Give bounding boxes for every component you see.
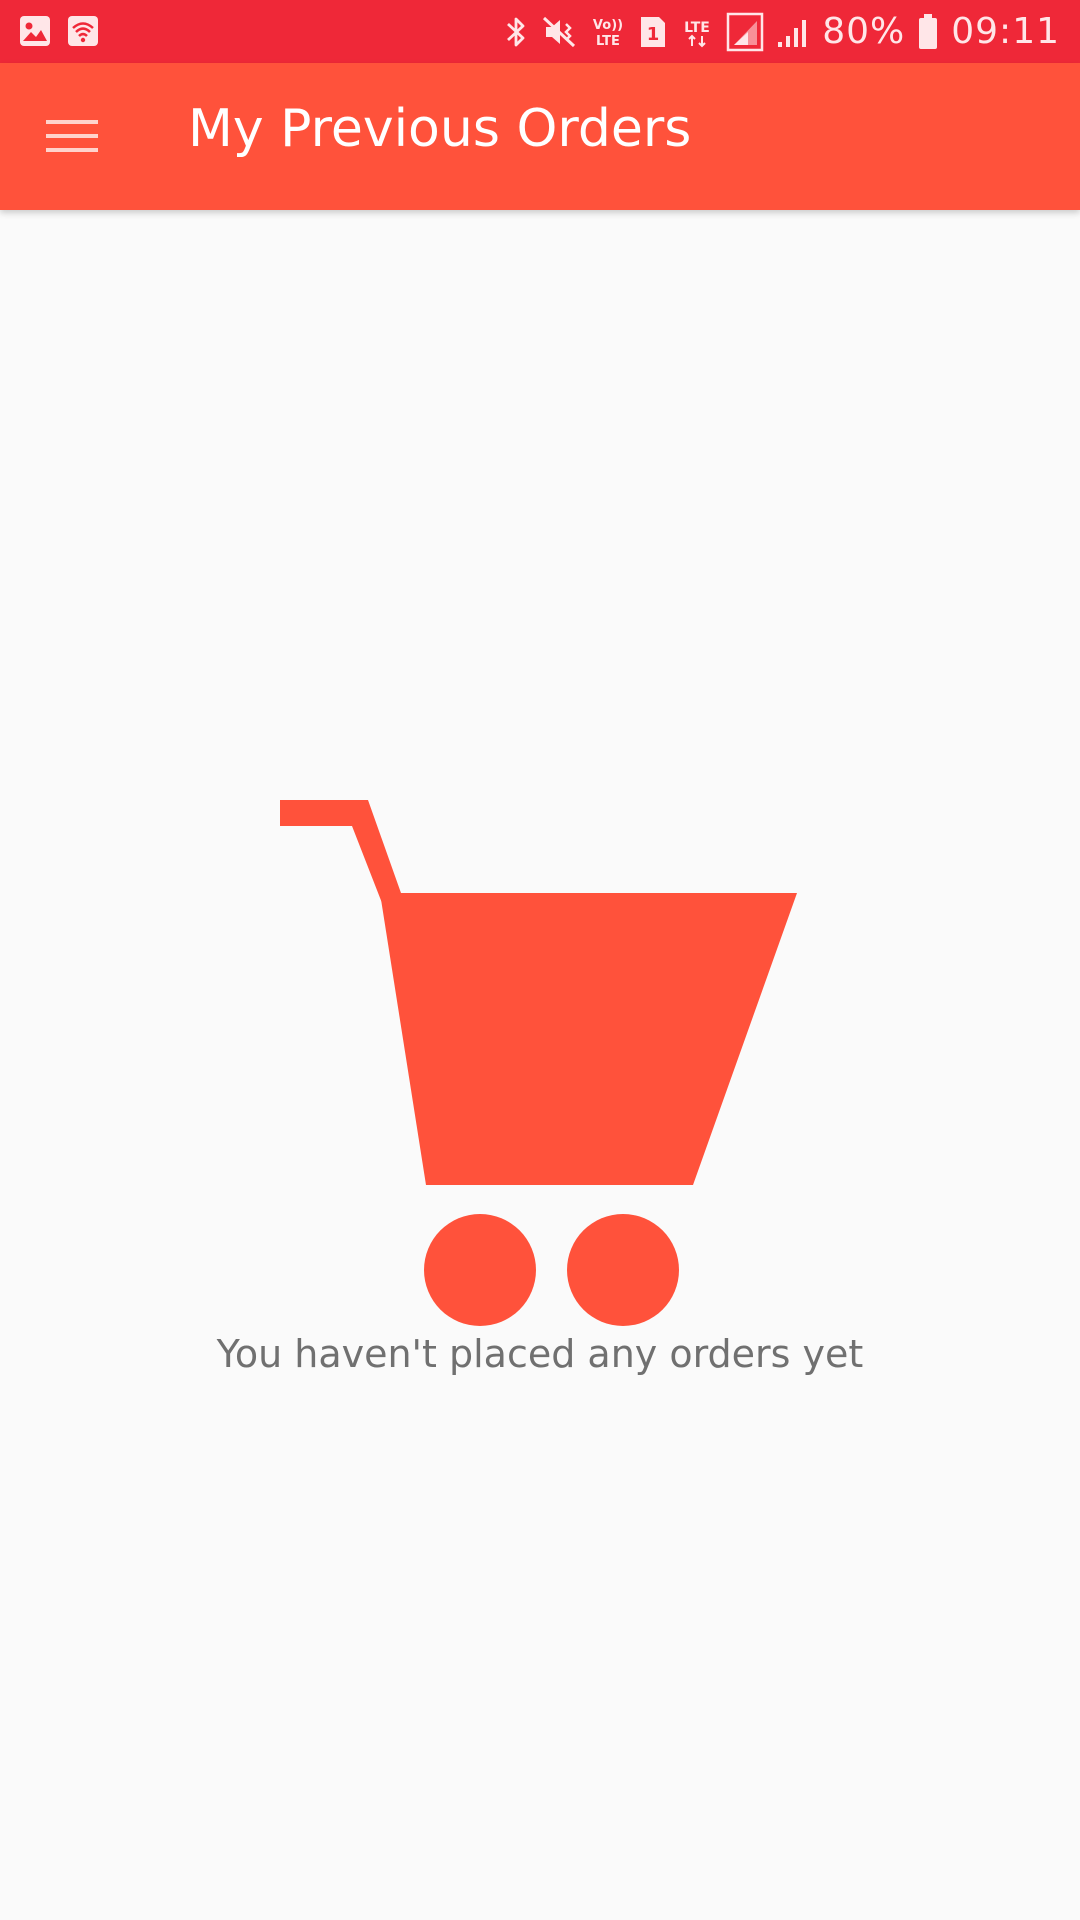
signal-icon: [776, 14, 810, 50]
sim-label: 1: [647, 24, 660, 45]
svg-text:LTE: LTE: [684, 20, 710, 36]
wifi-icon: [66, 14, 100, 48]
status-bar: Vo)) LTE 1 LTE 80% 09:11: [0, 0, 1080, 63]
menu-button[interactable]: [32, 103, 112, 173]
battery-percent: 80%: [822, 11, 906, 52]
lte-icon: LTE: [680, 14, 714, 50]
app-bar: My Previous Orders: [0, 63, 1080, 210]
status-left-icons: [18, 14, 100, 48]
image-icon: [18, 14, 52, 48]
battery-icon: [917, 13, 939, 51]
page-title: My Previous Orders: [188, 99, 692, 159]
shopping-cart-icon: [276, 800, 804, 1546]
volte-icon: Vo)) LTE: [590, 14, 626, 50]
empty-orders-message: You haven't placed any orders yet: [216, 1332, 864, 1376]
sim-icon: 1: [638, 14, 668, 50]
bluetooth-icon: [504, 14, 528, 50]
vibrate-icon: [540, 14, 578, 50]
signal-icon: [726, 12, 764, 52]
svg-text:LTE: LTE: [596, 34, 620, 49]
clock: 09:11: [951, 11, 1060, 52]
empty-state: You haven't placed any orders yet: [0, 210, 1080, 1920]
hamburger-menu-icon: [46, 116, 98, 160]
status-right-icons: Vo)) LTE 1 LTE 80% 09:11: [504, 0, 1060, 63]
svg-text:Vo)): Vo)): [593, 18, 623, 33]
